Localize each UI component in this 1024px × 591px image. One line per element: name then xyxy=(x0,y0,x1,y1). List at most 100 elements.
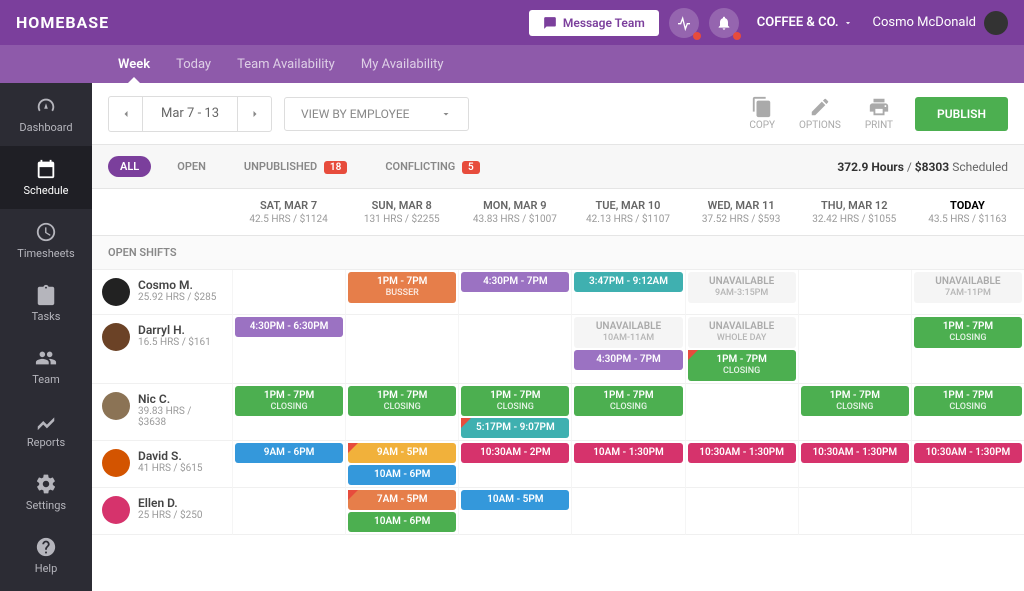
filter-open[interactable]: OPEN xyxy=(165,156,218,177)
shift-block[interactable]: 1PM - 7PMBUSSER xyxy=(348,272,456,303)
shift-block[interactable]: 10:30AM - 1:30PM xyxy=(914,443,1022,463)
shift-block[interactable]: 3:47PM - 9:12AM xyxy=(574,272,682,292)
publish-button[interactable]: PUBLISH xyxy=(915,97,1008,131)
shift-cell[interactable]: 1PM - 7PMCLOSING xyxy=(911,384,1024,442)
shift-cell[interactable]: 10:30AM - 1:30PM xyxy=(911,441,1024,488)
shift-block[interactable]: 10AM - 1:30PM xyxy=(574,443,682,463)
shift-cell[interactable]: 10:30AM - 1:30PM xyxy=(685,441,798,488)
shift-cell[interactable]: 9AM - 5PM10AM - 6PM xyxy=(345,441,458,488)
shift-block[interactable]: 10AM - 6PM xyxy=(348,512,456,532)
employee-cell[interactable]: Darryl H.16.5 HRS / $161 xyxy=(92,315,232,384)
employee-cell[interactable]: Ellen D.25 HRS / $250 xyxy=(92,488,232,535)
shift-cell[interactable]: 9AM - 6PM xyxy=(232,441,345,488)
copy-button[interactable]: COPY xyxy=(749,96,775,131)
shift-block[interactable]: 10AM - 5PM xyxy=(461,490,569,510)
user-menu[interactable]: Cosmo McDonald xyxy=(873,11,1008,35)
shift-cell[interactable]: 1PM - 7PMCLOSING5:17PM - 9:07PM xyxy=(458,384,571,442)
employee-cell[interactable]: Cosmo M.25.92 HRS / $285 xyxy=(92,270,232,315)
sidebar-item-tasks[interactable]: Tasks xyxy=(0,272,92,335)
shift-cell[interactable]: UNAVAILABLE9AM-3:15PM xyxy=(685,270,798,315)
shift-block[interactable]: 1PM - 7PMCLOSING xyxy=(914,317,1022,348)
shift-block[interactable]: 4:30PM - 6:30PM xyxy=(235,317,343,337)
shift-cell[interactable] xyxy=(685,384,798,442)
options-button[interactable]: OPTIONS xyxy=(799,96,841,131)
shift-cell[interactable]: UNAVAILABLEWHOLE DAY1PM - 7PMCLOSING xyxy=(685,315,798,384)
shift-cell[interactable]: 1PM - 7PMCLOSING xyxy=(798,384,911,442)
shift-cell[interactable]: UNAVAILABLE10AM-11AM4:30PM - 7PM xyxy=(571,315,684,384)
filter-conflicting[interactable]: CONFLICTING 5 xyxy=(373,156,491,177)
view-by-selector[interactable]: VIEW BY EMPLOYEE xyxy=(284,97,469,131)
shift-cell[interactable] xyxy=(232,488,345,535)
filter-all[interactable]: ALL xyxy=(108,156,151,177)
shift-cell[interactable]: 4:30PM - 7PM xyxy=(458,270,571,315)
sidebar-item-reports[interactable]: Reports xyxy=(0,398,92,461)
shift-cell[interactable]: 10:30AM - 2PM xyxy=(458,441,571,488)
shift-cell[interactable]: 7AM - 5PM10AM - 6PM xyxy=(345,488,458,535)
shift-cell[interactable] xyxy=(458,315,571,384)
shift-block[interactable]: 1PM - 7PMCLOSING xyxy=(574,386,682,417)
print-button[interactable]: PRINT xyxy=(865,96,893,131)
date-range-label[interactable]: Mar 7 - 13 xyxy=(143,106,237,121)
sidebar-item-settings[interactable]: Settings xyxy=(0,461,92,524)
shift-cell[interactable] xyxy=(798,315,911,384)
shift-block[interactable]: 1PM - 7PMCLOSING xyxy=(348,386,456,417)
shift-cell[interactable]: 10:30AM - 1:30PM xyxy=(798,441,911,488)
shift-cell[interactable]: 1PM - 7PMCLOSING xyxy=(571,384,684,442)
shift-block[interactable]: 10:30AM - 2PM xyxy=(461,443,569,463)
shift-block[interactable]: 4:30PM - 7PM xyxy=(574,350,682,370)
shift-block[interactable]: UNAVAILABLE10AM-11AM xyxy=(574,317,682,348)
nav-team-availability[interactable]: Team Availability xyxy=(237,47,335,82)
shift-block[interactable]: 10:30AM - 1:30PM xyxy=(688,443,796,463)
shift-cell[interactable] xyxy=(571,488,684,535)
shift-block[interactable]: UNAVAILABLE9AM-3:15PM xyxy=(688,272,796,303)
shift-block[interactable]: 10:30AM - 1:30PM xyxy=(801,443,909,463)
shift-cell[interactable]: 4:30PM - 6:30PM xyxy=(232,315,345,384)
shift-block[interactable]: 9AM - 6PM xyxy=(235,443,343,463)
sidebar-item-team[interactable]: Team xyxy=(0,335,92,398)
shift-cell[interactable]: 1PM - 7PMCLOSING xyxy=(911,315,1024,384)
shift-cell[interactable] xyxy=(685,488,798,535)
shift-block[interactable]: 1PM - 7PMCLOSING xyxy=(461,386,569,417)
shift-cell[interactable]: 1PM - 7PMBUSSER xyxy=(345,270,458,315)
open-shifts-section: OPEN SHIFTS xyxy=(92,236,1024,270)
shift-cell[interactable] xyxy=(232,270,345,315)
employee-cell[interactable]: David S.41 HRS / $615 xyxy=(92,441,232,488)
nav-today[interactable]: Today xyxy=(176,47,211,82)
shift-block[interactable]: 1PM - 7PMCLOSING xyxy=(235,386,343,417)
shift-cell[interactable] xyxy=(345,315,458,384)
shift-cell[interactable]: 1PM - 7PMCLOSING xyxy=(232,384,345,442)
shift-block[interactable]: 1PM - 7PMCLOSING xyxy=(801,386,909,417)
filter-unpublished[interactable]: UNPUBLISHED 18 xyxy=(232,156,359,177)
employee-cell[interactable]: Nic C.39.83 HRS / $3638 xyxy=(92,384,232,442)
shift-cell[interactable] xyxy=(798,270,911,315)
sidebar-item-help[interactable]: Help xyxy=(0,524,92,587)
shift-block[interactable]: 7AM - 5PM xyxy=(348,490,456,510)
shift-cell[interactable] xyxy=(798,488,911,535)
shift-block[interactable]: UNAVAILABLE7AM-11PM xyxy=(914,272,1022,303)
company-selector[interactable]: COFFEE & CO. xyxy=(757,15,853,30)
shift-cell[interactable]: 10AM - 5PM xyxy=(458,488,571,535)
shift-block[interactable]: 10AM - 6PM xyxy=(348,465,456,485)
shift-block[interactable]: 5:17PM - 9:07PM xyxy=(461,418,569,438)
next-week-button[interactable] xyxy=(237,97,271,131)
employee-avatar xyxy=(102,449,130,477)
prev-week-button[interactable] xyxy=(109,97,143,131)
sidebar-item-timesheets[interactable]: Timesheets xyxy=(0,209,92,272)
message-team-button[interactable]: Message Team xyxy=(529,10,659,36)
sidebar-item-dashboard[interactable]: Dashboard xyxy=(0,83,92,146)
nav-week[interactable]: Week xyxy=(118,47,150,82)
shift-block[interactable]: 1PM - 7PMCLOSING xyxy=(688,350,796,381)
shift-cell[interactable]: 10AM - 1:30PM xyxy=(571,441,684,488)
shift-block[interactable]: 4:30PM - 7PM xyxy=(461,272,569,292)
shift-cell[interactable]: 1PM - 7PMCLOSING xyxy=(345,384,458,442)
sidebar-item-schedule[interactable]: Schedule xyxy=(0,146,92,209)
nav-my-availability[interactable]: My Availability xyxy=(361,47,444,82)
shift-cell[interactable]: 3:47PM - 9:12AM xyxy=(571,270,684,315)
shift-cell[interactable] xyxy=(911,488,1024,535)
shift-block[interactable]: UNAVAILABLEWHOLE DAY xyxy=(688,317,796,348)
notifications-icon-button[interactable] xyxy=(709,8,739,38)
activity-icon-button[interactable] xyxy=(669,8,699,38)
shift-block[interactable]: 9AM - 5PM xyxy=(348,443,456,463)
shift-block[interactable]: 1PM - 7PMCLOSING xyxy=(914,386,1022,417)
shift-cell[interactable]: UNAVAILABLE7AM-11PM xyxy=(911,270,1024,315)
